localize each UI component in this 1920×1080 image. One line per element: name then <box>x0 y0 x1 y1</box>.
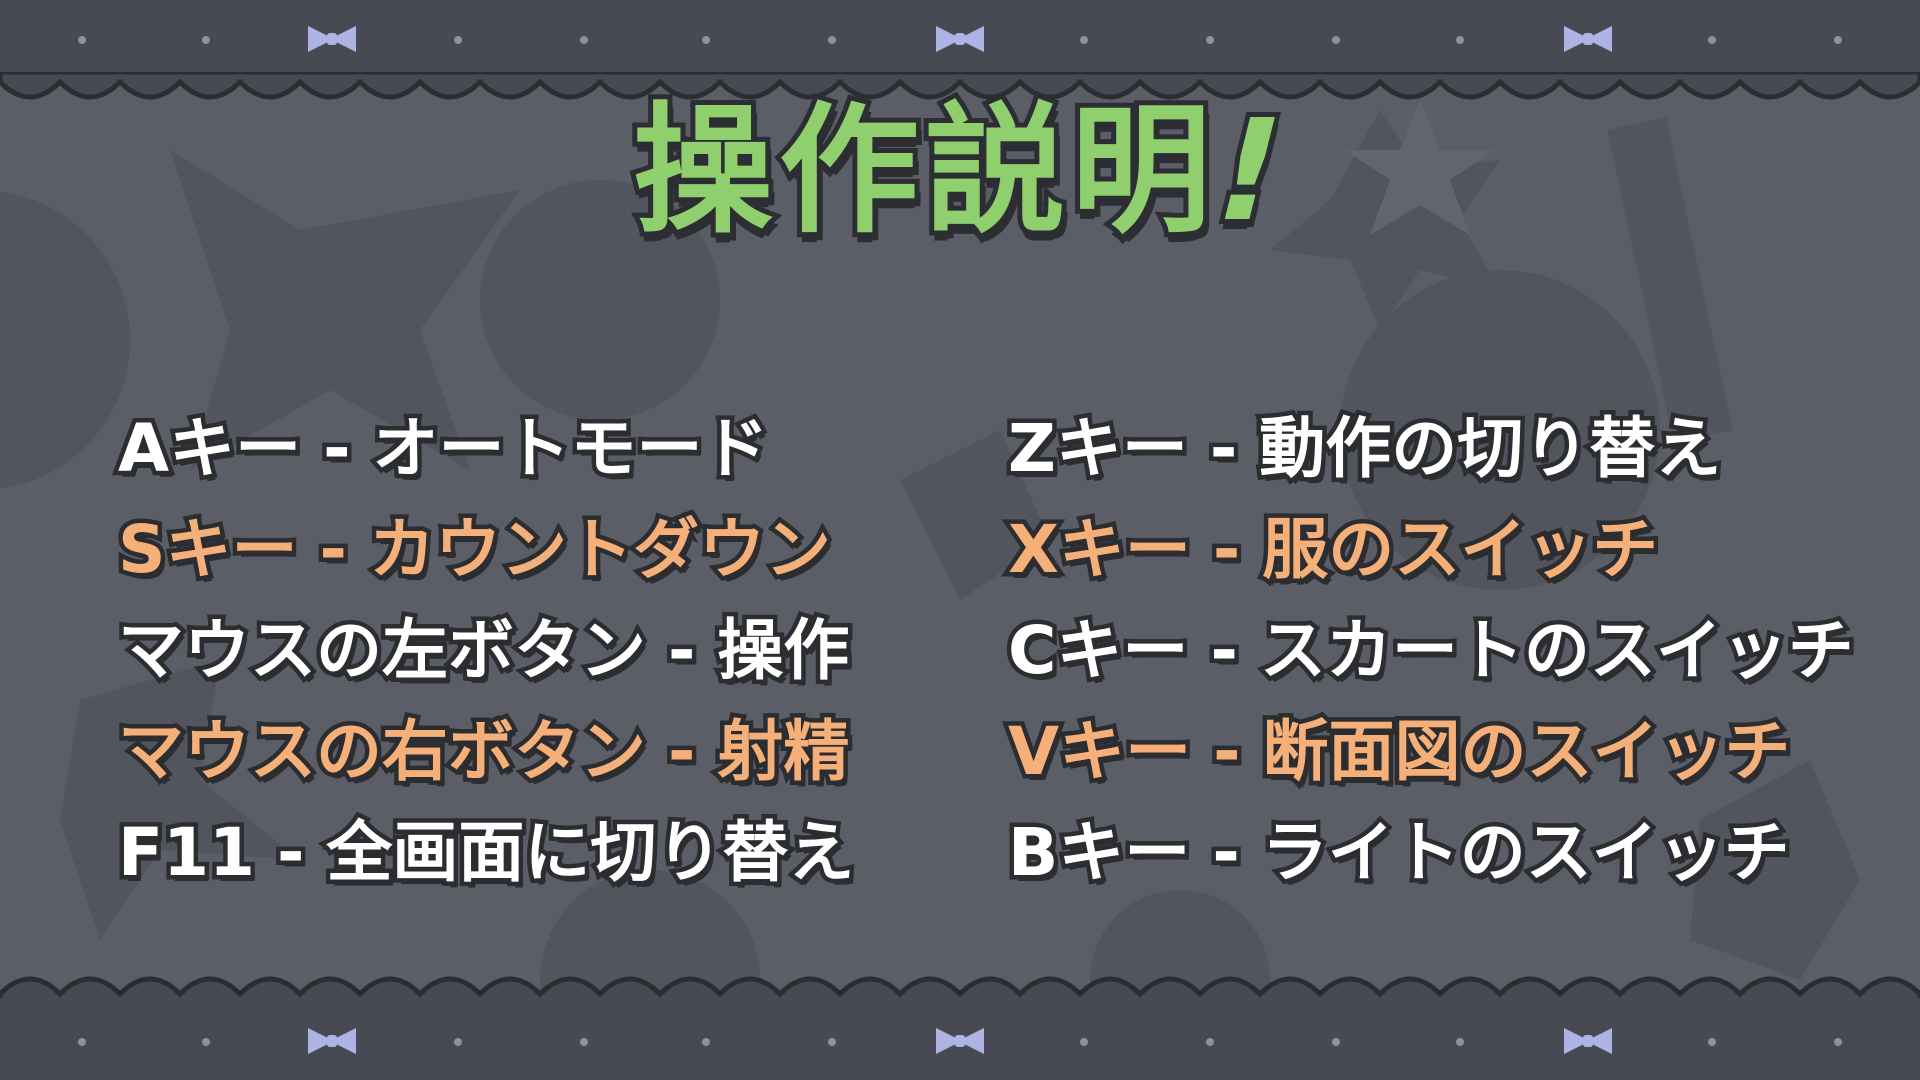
control-action: 動作の切り替え <box>1255 406 1726 492</box>
control-separator: - <box>1208 507 1245 593</box>
dot-ornament <box>202 1038 210 1046</box>
control-separator: - <box>1206 608 1243 694</box>
control-action: 断面図のスイッチ <box>1258 709 1795 795</box>
dot-ornament <box>1080 1038 1088 1046</box>
control-action: 全画面に切り替え <box>322 810 859 896</box>
dot-ornament <box>1834 36 1842 44</box>
control-separator: - <box>1209 709 1246 795</box>
dot-ornament <box>580 36 588 44</box>
control-row: Zキー - 動作の切り替え <box>1004 398 1854 499</box>
control-key: マウスの左ボタン <box>114 608 651 694</box>
dot-ornament <box>1332 1038 1340 1046</box>
dot-ornament <box>828 1038 836 1046</box>
control-key: Zキー <box>1004 406 1193 492</box>
control-action: スカートのスイッチ <box>1255 608 1858 694</box>
control-row: Cキー - スカートのスイッチ <box>1003 600 1858 701</box>
control-action: オートモード <box>368 406 773 492</box>
control-row: Bキー - ライトのスイッチ <box>1003 802 1854 903</box>
control-row: マウスの左ボタン - 操作 <box>114 600 854 701</box>
dot-ornament <box>1708 36 1716 44</box>
control-action: 操作 <box>713 608 854 694</box>
control-row: Xキー - 服のスイッチ <box>1004 499 1854 600</box>
controls-left-column: Aキー - オートモード Sキー - カウントダウン マウスの左ボタン - 操作 マウスの右… <box>113 398 859 903</box>
bow-icon <box>936 26 984 52</box>
control-row: Vキー - 断面図のスイッチ <box>1003 701 1854 802</box>
control-key: Xキー <box>1004 507 1196 593</box>
control-key: Cキー <box>1003 608 1192 694</box>
bow-icon <box>1564 1028 1612 1054</box>
control-row: Aキー - オートモード <box>113 398 854 499</box>
bow-icon <box>308 1028 356 1054</box>
control-action: カウントダウン <box>364 507 835 593</box>
title-text: 操作説明 <box>628 85 1218 258</box>
dot-ornament <box>1080 36 1088 44</box>
control-separator: - <box>1205 406 1242 492</box>
control-action: 射精 <box>713 709 854 795</box>
control-row: マウスの右ボタン - 射精 <box>114 701 854 802</box>
control-separator: - <box>663 608 700 694</box>
bow-icon <box>1564 26 1612 52</box>
bow-icon <box>936 1028 984 1054</box>
control-separator: - <box>1208 810 1245 896</box>
dot-ornament <box>1206 36 1214 44</box>
control-action: 服のスイッチ <box>1258 507 1663 593</box>
control-row: F11- 全画面に切り替え <box>114 802 859 903</box>
control-separator: - <box>272 810 309 896</box>
dot-ornament <box>454 36 462 44</box>
dot-ornament <box>1332 36 1340 44</box>
control-separator: - <box>315 507 352 593</box>
dot-ornament <box>78 36 86 44</box>
dot-ornament <box>702 1038 710 1046</box>
dot-ornament <box>828 36 836 44</box>
control-separator: - <box>319 406 356 492</box>
dot-ornament <box>454 1038 462 1046</box>
control-key: マウスの右ボタン <box>114 709 651 795</box>
dot-ornament <box>702 36 710 44</box>
controls-right-column: Zキー - 動作の切り替え Xキー - 服のスイッチ Cキー - スカートのスイッチ Vキー… <box>1003 398 1858 903</box>
control-key: Aキー <box>113 406 305 492</box>
dot-ornament <box>1206 1038 1214 1046</box>
control-action: ライトのスイッチ <box>1257 810 1794 896</box>
control-key: F11 <box>114 810 260 896</box>
control-key: Vキー <box>1003 709 1195 795</box>
dot-ornament <box>1456 1038 1464 1046</box>
dot-ornament <box>1456 36 1464 44</box>
dot-ornament <box>1834 1038 1842 1046</box>
page-title: 操作説明! <box>0 58 1920 260</box>
control-key: Sキー <box>114 507 303 593</box>
dot-ornament <box>1708 1038 1716 1046</box>
control-row: Sキー - カウントダウン <box>114 499 854 600</box>
dot-ornament <box>78 1038 86 1046</box>
bow-icon <box>308 26 356 52</box>
control-key: Bキー <box>1003 810 1194 896</box>
control-separator: - <box>663 709 700 795</box>
dot-ornament <box>202 36 210 44</box>
dot-ornament <box>580 1038 588 1046</box>
